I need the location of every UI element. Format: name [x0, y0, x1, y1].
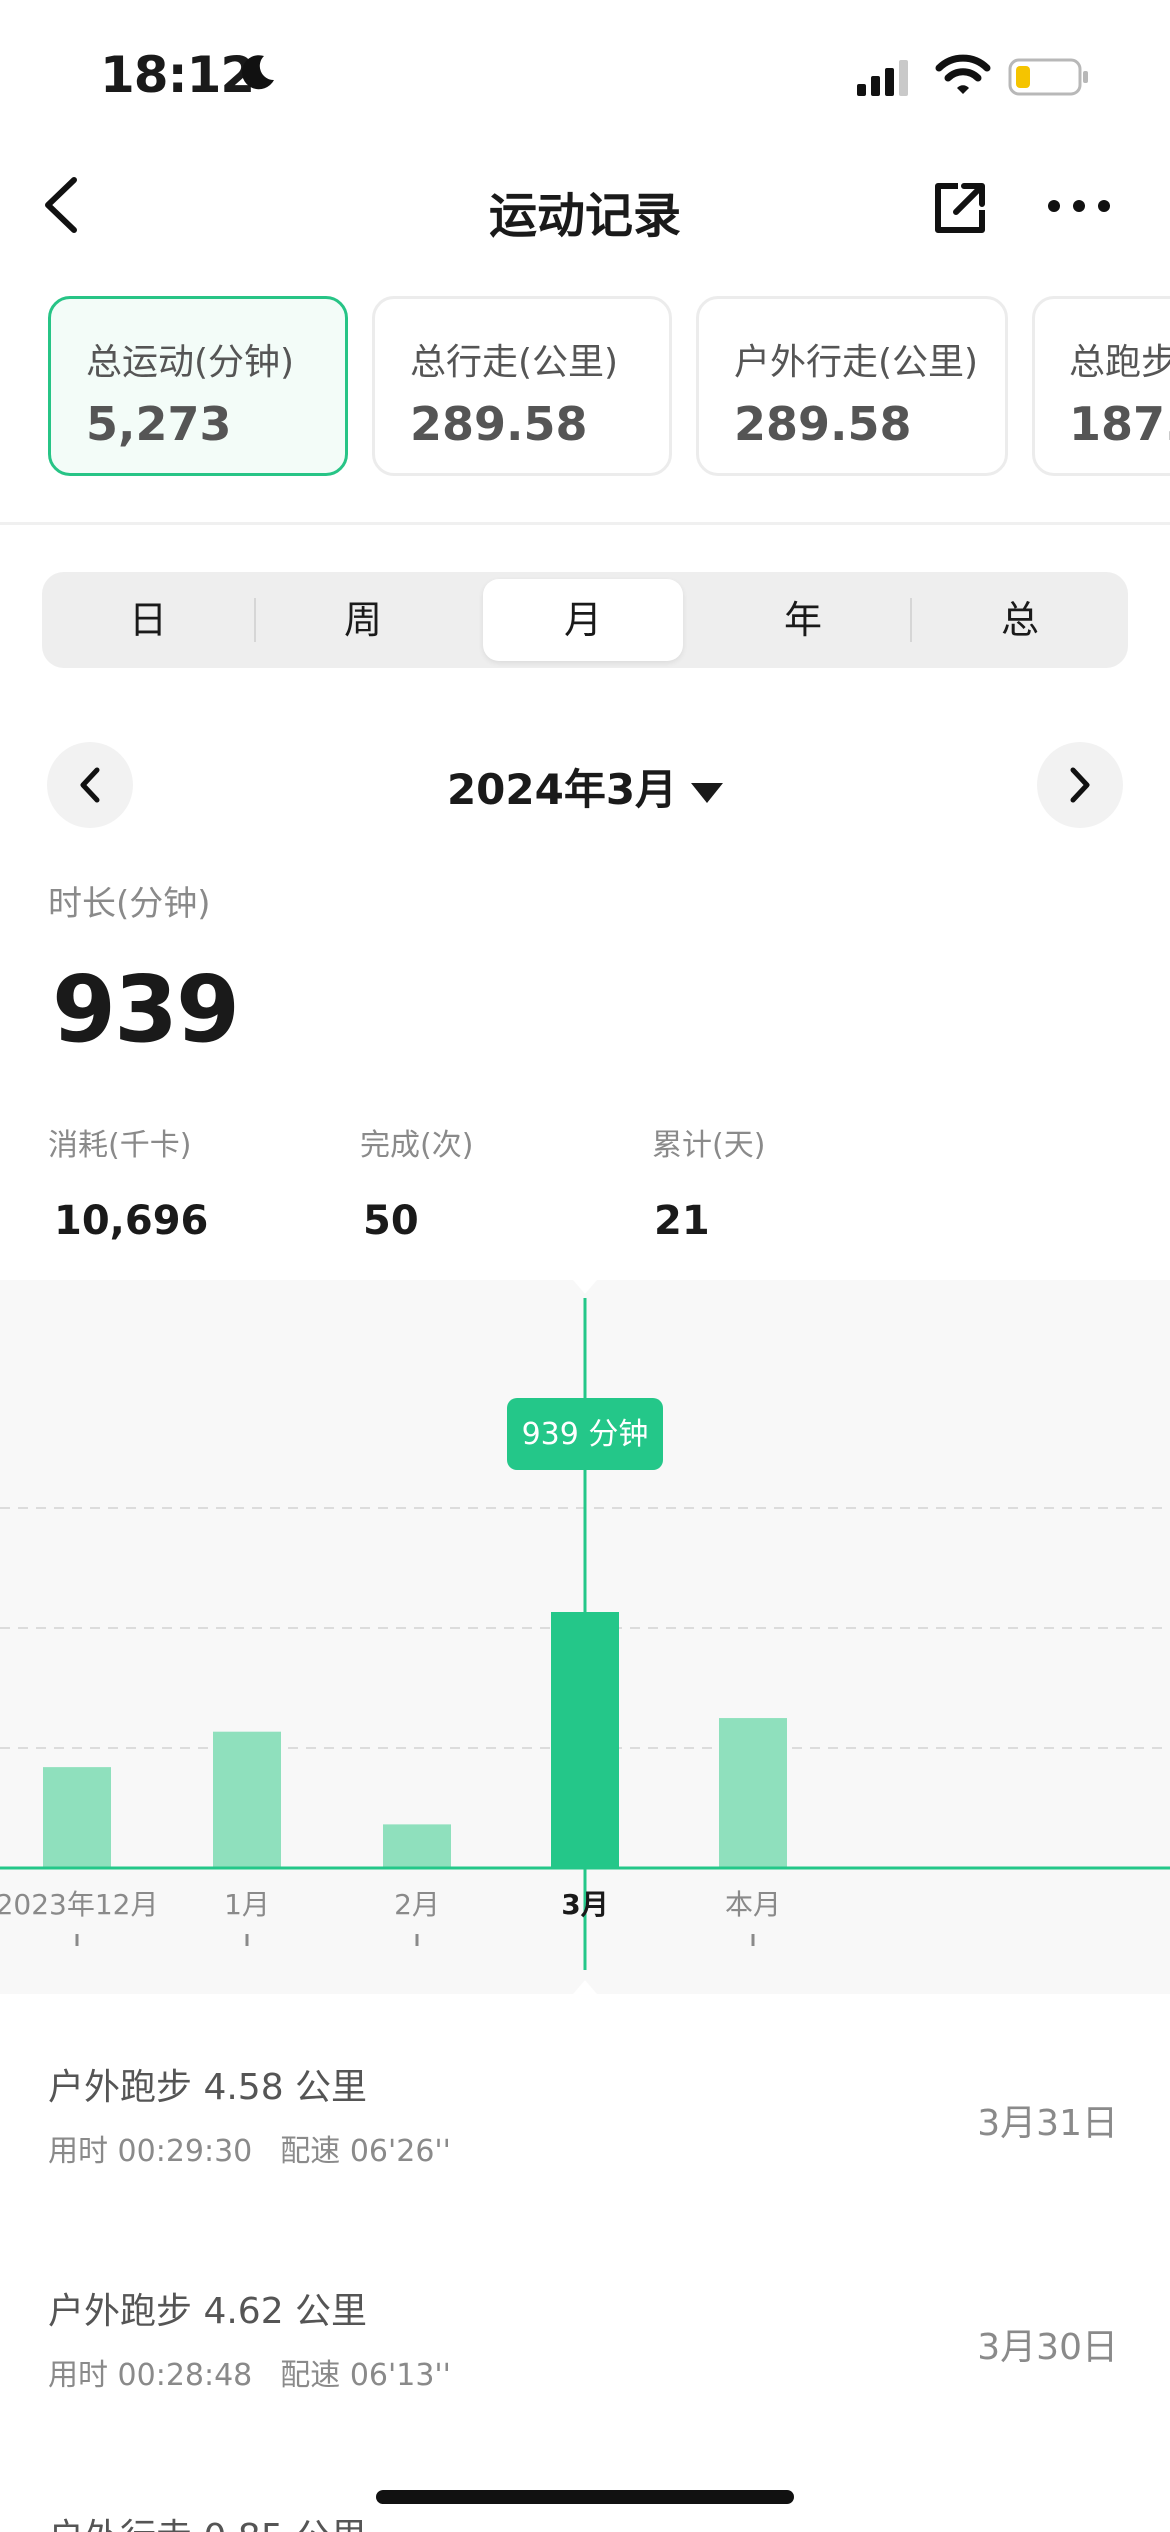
completed-value: 50 — [363, 1198, 419, 1244]
card-total-walk[interactable]: 总行走(公里) 289.58 — [372, 296, 672, 476]
period-segment: 日 周 月 年 总 — [42, 572, 1128, 668]
card-value: 289.58 — [734, 397, 912, 451]
stat-cards: 总运动(分钟) 5,273 总行走(公里) 289.58 户外行走(公里) 28… — [0, 296, 1170, 478]
tab-month[interactable]: 月 — [483, 579, 683, 661]
card-value: 187.7 — [1069, 397, 1170, 451]
card-label: 总运动(分钟) — [86, 342, 295, 383]
record-date: 3月30日 — [977, 2327, 1118, 2368]
calories-stat: 消耗(千卡) 10,696 — [48, 1120, 208, 1244]
record-detail: 用时 00:28:48 配速 06'13'' — [48, 2350, 451, 2394]
card-label: 户外行走(公里) — [734, 342, 979, 383]
record-pace: 配速 06'13'' — [280, 2358, 451, 2393]
wifi-icon — [935, 54, 991, 94]
duration-value: 939 — [52, 956, 240, 1063]
record-title: 户外跑步 4.58 公里 — [48, 2067, 368, 2108]
record-detail: 用时 00:29:30 配速 06'26'' — [48, 2126, 451, 2170]
chart-bar[interactable] — [383, 1824, 451, 1868]
card-total-run[interactable]: 总跑步 187.7 — [1032, 296, 1170, 476]
record-time: 用时 00:28:48 — [48, 2358, 253, 2393]
duration-label: 时长(分钟) — [48, 884, 211, 924]
chevron-right-icon — [1070, 767, 1090, 803]
tab-year[interactable]: 年 — [696, 572, 910, 668]
record-time: 用时 00:29:30 — [48, 2134, 253, 2169]
record-date: 3月31日 — [977, 2103, 1118, 2144]
record-item[interactable]: 户外跑步 4.62 公里 用时 00:28:48 配速 06'13'' 3月30日 — [0, 2282, 1170, 2482]
days-label: 累计(天) — [652, 1128, 766, 1163]
days-stat: 累计(天) 21 — [652, 1120, 765, 1244]
selection-notch-bottom — [573, 1980, 597, 1994]
x-tick-label: 2月 — [394, 1888, 440, 1921]
tab-day[interactable]: 日 — [42, 572, 254, 668]
chart-bar[interactable] — [43, 1767, 111, 1868]
home-indicator — [376, 2490, 794, 2504]
next-month-button[interactable] — [1037, 742, 1123, 828]
share-icon[interactable] — [930, 178, 990, 238]
calories-value: 10,696 — [54, 1198, 209, 1244]
status-bar: 18:12 — [0, 0, 1170, 150]
record-title: 户外跑步 4.62 公里 — [48, 2291, 368, 2332]
battery-icon — [1008, 58, 1088, 96]
card-label: 总行走(公里) — [410, 342, 619, 383]
card-value: 5,273 — [86, 397, 232, 451]
card-total-exercise[interactable]: 总运动(分钟) 5,273 — [48, 296, 348, 476]
moon-icon — [241, 55, 274, 90]
x-tick-label: 2023年12月 — [0, 1888, 158, 1921]
x-tick-label: 3月 — [561, 1888, 608, 1921]
page-title: 运动记录 — [488, 188, 681, 244]
selection-notch-top — [573, 1280, 597, 1294]
chart-bar[interactable] — [551, 1612, 619, 1868]
status-time: 18:12 — [100, 46, 255, 104]
date-label: 2024年3月 — [446, 765, 678, 814]
card-label: 总跑步 — [1069, 342, 1170, 383]
more-icon[interactable] — [1046, 194, 1112, 218]
completed-label: 完成(次) — [360, 1128, 474, 1163]
x-tick-label: 本月 — [725, 1888, 781, 1921]
chart-bar[interactable] — [213, 1731, 281, 1868]
caret-down-icon — [691, 782, 724, 803]
completed-stat: 完成(次) 50 — [360, 1120, 473, 1244]
tab-total[interactable]: 总 — [912, 572, 1128, 668]
card-outdoor-walk[interactable]: 户外行走(公里) 289.58 — [696, 296, 1008, 476]
date-selector[interactable]: 2024年3月 — [0, 756, 1170, 817]
signal-icon — [857, 60, 908, 96]
divider — [0, 522, 1170, 525]
calories-label: 消耗(千卡) — [48, 1128, 192, 1163]
record-item[interactable]: 户外行走 0.85 公里 — [0, 2500, 1170, 2532]
monthly-duration-chart[interactable]: 2023年12月 1月 2月 3月 本月 939 分钟 — [0, 1280, 1170, 1994]
card-value: 289.58 — [410, 397, 588, 451]
tab-week[interactable]: 周 — [256, 572, 470, 668]
x-tick-label: 1月 — [224, 1888, 270, 1921]
record-item[interactable]: 户外跑步 4.58 公里 用时 00:29:30 配速 06'26'' 3月31日 — [0, 2058, 1170, 2258]
navbar: 运动记录 — [0, 150, 1170, 260]
tooltip-label: 939 分钟 — [522, 1417, 649, 1452]
chart-bar[interactable] — [719, 1718, 787, 1868]
record-pace: 配速 06'26'' — [280, 2134, 451, 2169]
record-title: 户外行走 0.85 公里 — [48, 2508, 367, 2532]
days-value: 21 — [654, 1198, 710, 1244]
